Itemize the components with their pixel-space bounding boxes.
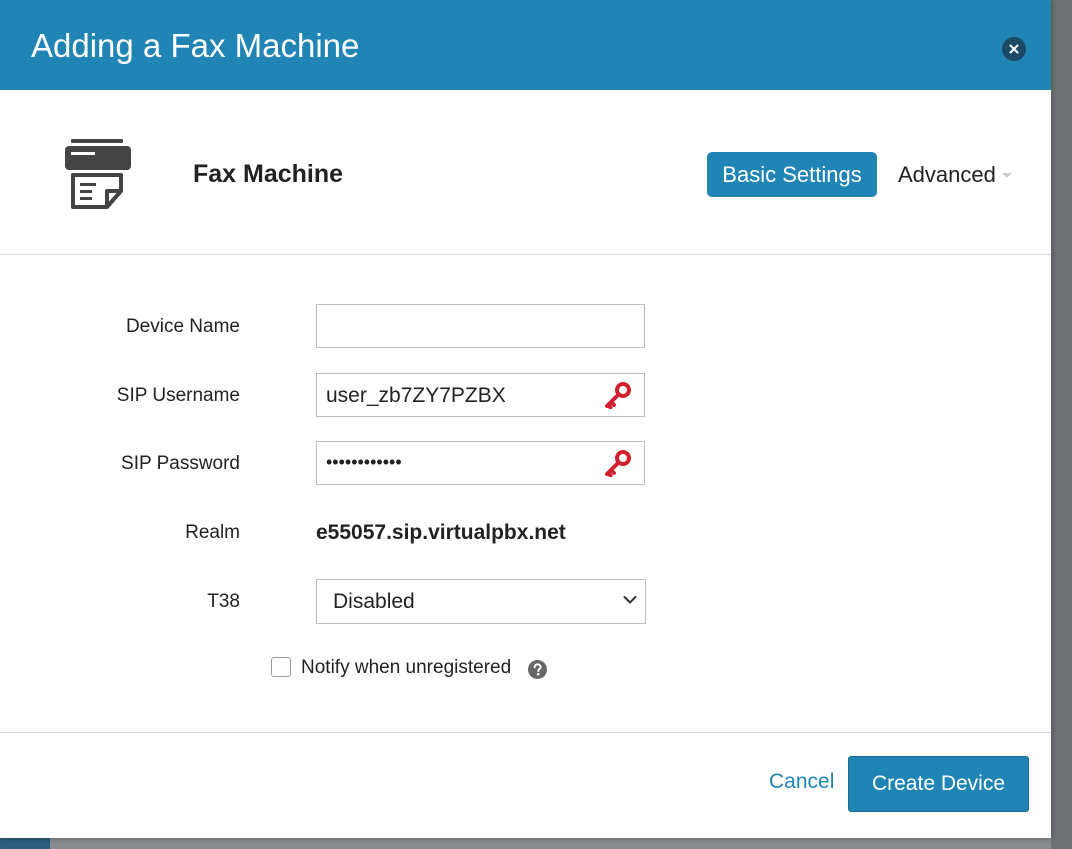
t38-selected-value: Disabled — [333, 590, 415, 613]
device-type-label: Fax Machine — [193, 160, 344, 188]
notify-checkbox[interactable] — [271, 657, 291, 677]
close-icon — [1009, 44, 1019, 54]
basic-settings-button[interactable]: Basic Settings — [707, 152, 877, 197]
page-backdrop — [1051, 0, 1072, 849]
t38-label: T38 — [207, 591, 240, 612]
sip-username-label: SIP Username — [116, 385, 240, 406]
backdrop-tab — [0, 838, 50, 849]
device-header: Fax Machine Basic Settings Advanced — [0, 90, 1051, 255]
caret-down-icon — [1001, 173, 1012, 178]
device-name-label: Device Name — [125, 316, 240, 337]
sip-password-label: SIP Password — [121, 453, 240, 474]
advanced-dropdown[interactable]: Advanced — [898, 162, 1012, 188]
add-device-modal: Adding a Fax Machine Fax Machine Basic S… — [0, 0, 1051, 838]
advanced-label: Advanced — [898, 162, 996, 187]
close-button[interactable] — [1002, 37, 1026, 61]
realm-value: e55057.sip.virtualpbx.net — [316, 521, 566, 544]
create-device-button[interactable]: Create Device — [848, 756, 1029, 812]
fax-machine-icon — [65, 139, 131, 209]
key-icon[interactable] — [603, 449, 633, 477]
sip-username-value: user_zb7ZY7PZBX — [326, 384, 506, 407]
chevron-down-icon — [623, 596, 637, 604]
realm-label: Realm — [185, 522, 240, 543]
modal-header: Adding a Fax Machine — [0, 0, 1051, 90]
help-icon[interactable] — [528, 660, 547, 679]
t38-select[interactable]: Disabled — [316, 579, 646, 624]
notify-label: Notify when unregistered — [301, 657, 512, 678]
footer-divider — [0, 732, 1051, 733]
key-icon[interactable] — [603, 381, 633, 409]
modal-title: Adding a Fax Machine — [31, 27, 360, 64]
sip-password-value: •••••••••••• — [326, 452, 402, 472]
cancel-button[interactable]: Cancel — [769, 770, 834, 794]
device-name-input[interactable] — [316, 304, 645, 348]
